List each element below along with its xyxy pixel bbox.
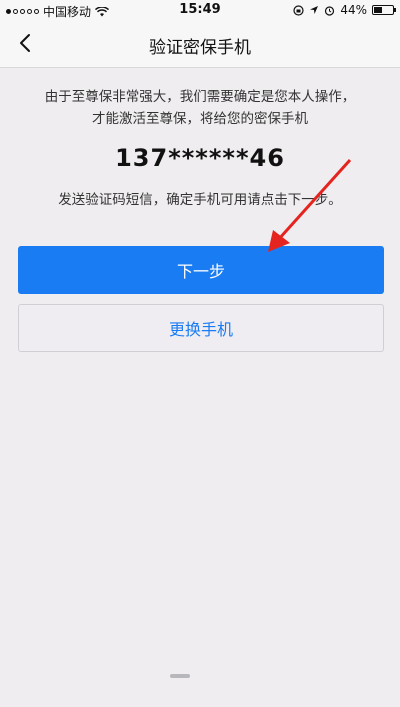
status-bar: 中国移动 15:49 44% — [0, 0, 400, 20]
change-phone-button[interactable]: 更换手机 — [18, 304, 384, 352]
battery-icon — [372, 5, 396, 15]
next-step-button[interactable]: 下一步 — [18, 246, 384, 294]
battery-percent: 44% — [340, 3, 367, 17]
nav-bar: 验证密保手机 — [0, 20, 400, 68]
main-content: 由于至尊保非常强大，我们需要确定是您本人操作，才能激活至尊保，将给您的密保手机 … — [0, 68, 400, 208]
battery-fill — [374, 7, 382, 13]
page-title: 验证密保手机 — [149, 38, 251, 58]
location-arrow-icon — [310, 6, 319, 14]
hint-text: 发送验证码短信，确定手机可用请点击下一步。 — [58, 192, 342, 208]
status-right: 44% — [293, 3, 396, 17]
home-indicator — [170, 674, 190, 678]
intro-text: 由于至尊保非常强大，我们需要确定是您本人操作，才能激活至尊保，将给您的密保手机 — [44, 89, 356, 127]
phone-number: 137******46 — [115, 144, 285, 172]
alarm-icon — [325, 5, 335, 16]
lock-rotation-icon — [293, 4, 304, 16]
